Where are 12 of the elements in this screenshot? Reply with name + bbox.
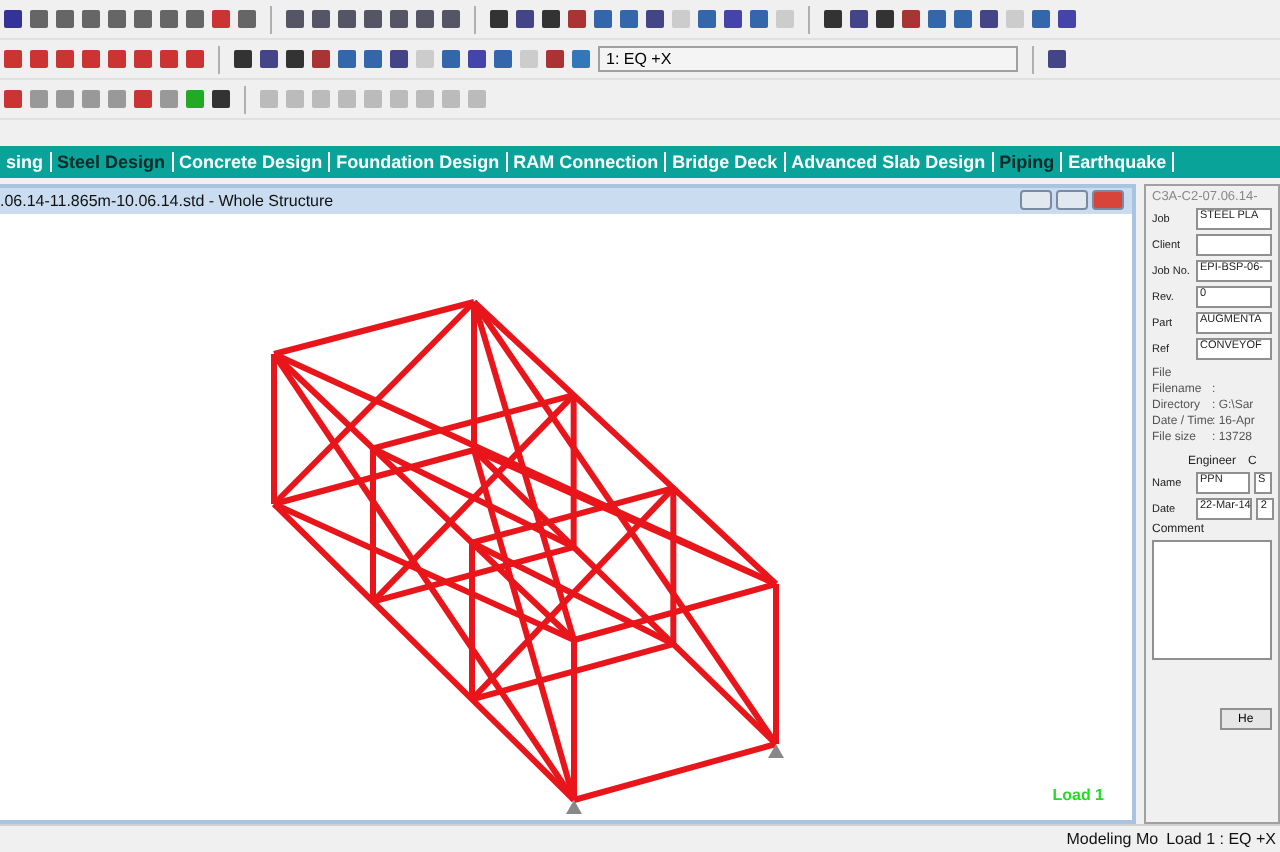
- load-case-dropdown[interactable]: 1: EQ +X: [598, 46, 1018, 72]
- load-label: Load 1: [1052, 786, 1104, 804]
- window-title: .06.14-11.865m-10.06.14.std - Whole Structure: [0, 192, 334, 210]
- comment-field[interactable]: [1152, 540, 1272, 660]
- text-field[interactable]: [1196, 234, 1272, 256]
- module-tab[interactable]: Steel Design: [51, 152, 174, 172]
- status-text: Load 1 : EQ +X: [1166, 830, 1276, 848]
- module-tab[interactable]: Piping: [993, 152, 1063, 172]
- maximize-button[interactable]: [1056, 189, 1088, 209]
- status-text: Modeling Mo: [1066, 830, 1159, 848]
- close-button[interactable]: [1092, 189, 1124, 209]
- minimize-button[interactable]: [1020, 189, 1052, 209]
